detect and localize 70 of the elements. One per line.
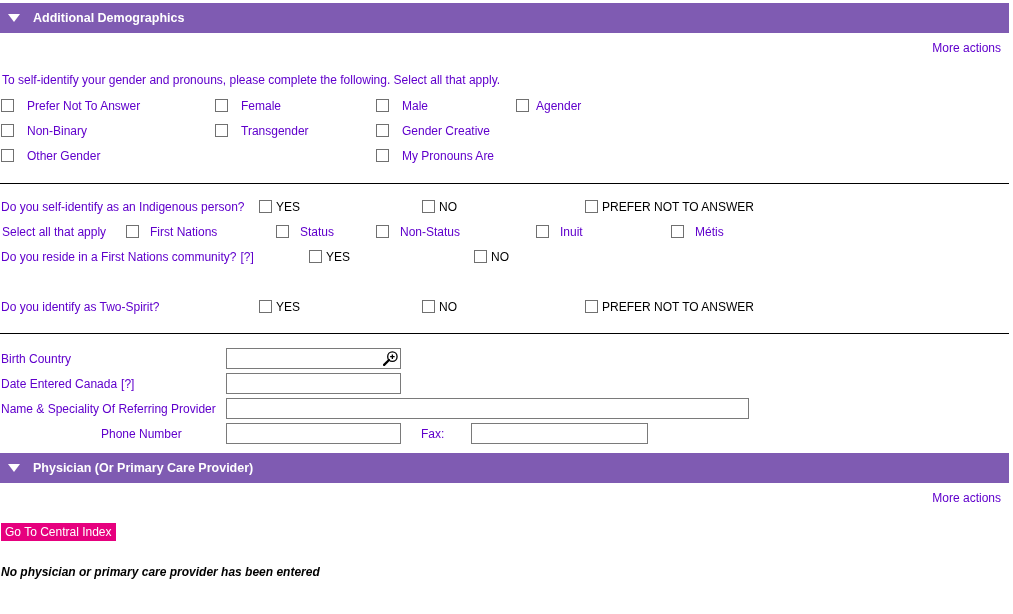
field-label: Phone Number — [101, 425, 182, 443]
option-label: Gender Creative — [402, 122, 491, 140]
option-label: NO — [491, 248, 509, 266]
central-index-button[interactable]: Go To Central Index — [1, 523, 116, 541]
question-label: Do you reside in a First Nations community? — [1, 248, 237, 266]
option-label: Status — [300, 223, 335, 241]
instruction-text: To self-identify your gender and pronouns, please complete the following. Select all that apply. — [2, 72, 501, 89]
checkbox[interactable] — [309, 250, 322, 263]
option-label: Métis — [695, 223, 724, 241]
field-label: Fax: — [421, 426, 445, 441]
checkbox[interactable] — [422, 200, 435, 213]
question-label: Do you identify as Two-Spirit? — [1, 298, 160, 316]
option-label: Male — [402, 97, 428, 115]
checkbox[interactable] — [376, 124, 389, 137]
help-link[interactable]: [?] — [121, 374, 135, 393]
option-label: YES — [326, 248, 350, 266]
option-label: Inuit — [560, 223, 583, 241]
option-label: PREFER NOT TO ANSWER — [602, 198, 755, 216]
section-header[interactable]: Additional Demographics — [0, 3, 1009, 33]
option-label: Other Gender — [27, 147, 101, 165]
field-label: Birth Country — [1, 350, 72, 368]
checkbox[interactable] — [215, 124, 228, 137]
checkbox[interactable] — [474, 250, 487, 263]
option-label: My Pronouns Are — [402, 147, 495, 165]
input-field[interactable] — [226, 398, 749, 419]
empty-state-message: No physician or primary care provider has been entered — [1, 564, 320, 581]
checkbox[interactable] — [536, 225, 549, 238]
checkbox[interactable] — [376, 149, 389, 162]
option-label: First Nations — [150, 223, 218, 241]
option-label: Prefer Not To Answer — [27, 97, 141, 115]
section-header[interactable]: Physician (Or Primary Care Provider) — [0, 453, 1009, 483]
option-label: Transgender — [241, 122, 309, 140]
more-actions-link[interactable]: More actions — [932, 39, 1001, 57]
checkbox[interactable] — [1, 99, 14, 112]
help-link[interactable]: [?] — [240, 247, 254, 266]
option-label: Female — [241, 97, 281, 115]
more-actions-link[interactable]: More actions — [932, 489, 1001, 507]
checkbox[interactable] — [259, 200, 272, 213]
checkbox[interactable] — [215, 99, 228, 112]
option-label: YES — [276, 298, 300, 316]
option-label: PREFER NOT TO ANSWER — [602, 298, 755, 316]
section-title: Additional Demographics — [33, 9, 185, 27]
checkbox[interactable] — [671, 225, 684, 238]
zoom-in-search-icon — [383, 351, 398, 366]
checkbox[interactable] — [276, 225, 289, 238]
input-field[interactable] — [226, 423, 401, 444]
option-label: Agender — [536, 97, 582, 115]
checkbox[interactable] — [376, 99, 389, 112]
field-label: Name & Speciality Of Referring Provider — [1, 400, 216, 418]
checkbox[interactable] — [376, 225, 389, 238]
checkbox[interactable] — [585, 300, 598, 313]
question-label: Do you self-identify as an Indigenous person? — [1, 198, 245, 216]
option-label: NO — [439, 298, 457, 316]
option-label: Non-Binary — [27, 122, 88, 140]
option-label: YES — [276, 198, 300, 216]
option-label: NO — [439, 198, 457, 216]
section-title: Physician (Or Primary Care Provider) — [33, 459, 254, 477]
option-label: Non-Status — [400, 223, 461, 241]
checkbox[interactable] — [585, 200, 598, 213]
field-label: Date Entered Canada — [1, 375, 118, 393]
input-field[interactable] — [226, 373, 401, 394]
checkbox[interactable] — [422, 300, 435, 313]
checkbox[interactable] — [259, 300, 272, 313]
checkbox[interactable] — [126, 225, 139, 238]
checkbox[interactable] — [1, 124, 14, 137]
lookup-field[interactable] — [226, 348, 401, 369]
question-label: Select all that apply — [2, 224, 107, 239]
input-field[interactable] — [471, 423, 648, 444]
checkbox[interactable] — [516, 99, 529, 112]
checkbox[interactable] — [1, 149, 14, 162]
